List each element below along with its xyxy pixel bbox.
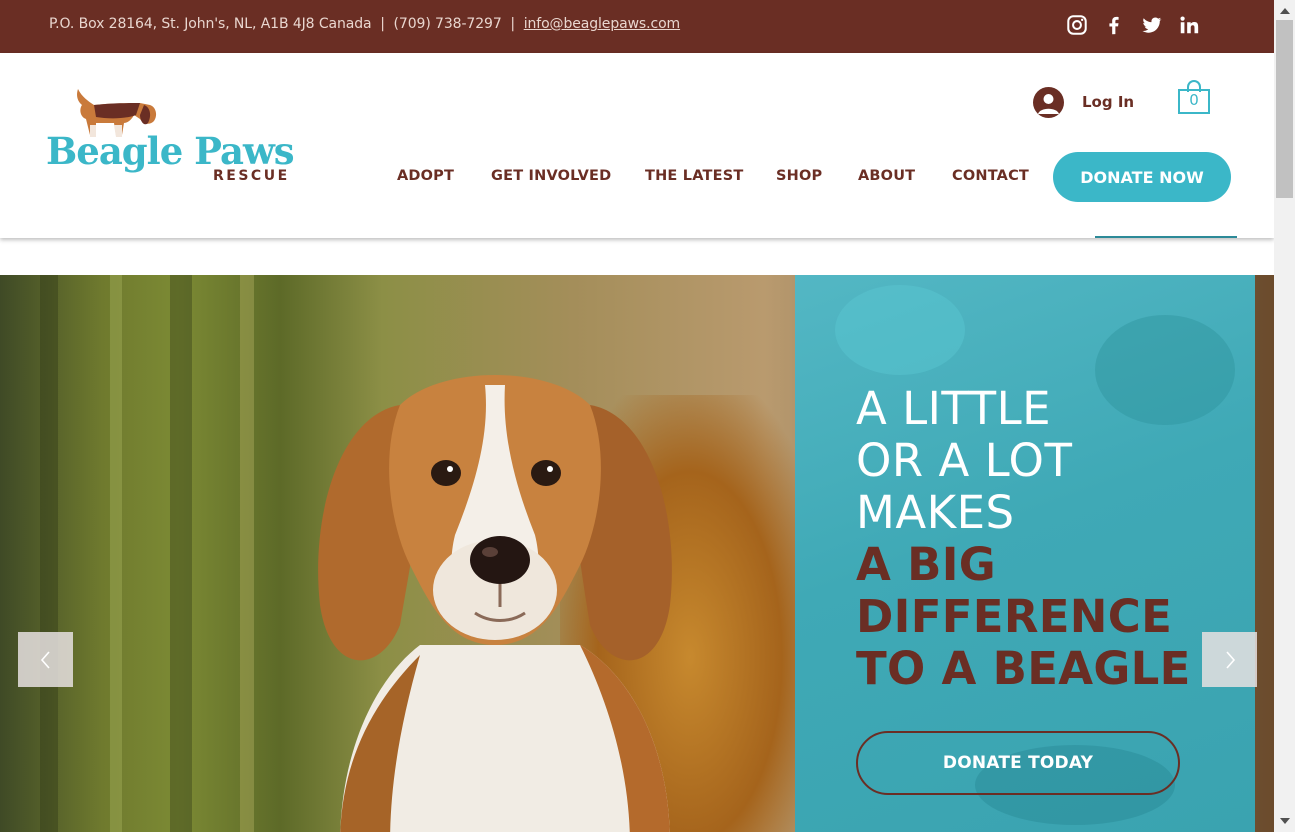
scroll-down-icon[interactable] [1280,818,1290,824]
headline-line: A BIG [856,538,996,591]
donation-panel: A LITTLE OR A LOT MAKES A BIG DIFFERENCE… [795,275,1255,832]
slide-prev-button[interactable] [18,632,73,687]
nav-item-adopt[interactable]: ADOPT [397,168,454,184]
phone-text: (709) 738-7297 [393,16,502,32]
donate-today-button[interactable]: DONATE TODAY [856,731,1180,795]
chevron-right-icon [1225,650,1235,669]
separator: | [510,16,515,32]
nav-item-the-latest[interactable]: THE LATEST [645,168,743,184]
page-scrollbar[interactable] [1274,0,1295,832]
chevron-left-icon [40,650,50,669]
headline-line: A LITTLE [856,382,1052,435]
login-label: Log In [1082,93,1135,111]
scroll-up-icon[interactable] [1280,8,1290,14]
email-link[interactable]: info@beaglepaws.com [524,16,680,32]
user-avatar-icon [1033,86,1064,118]
logo-wordmark: Beagle Paws [46,129,295,173]
hero-headline: A LITTLE OR A LOT MAKES A BIG DIFFERENCE… [856,383,1191,695]
headline-line: MAKES [856,486,1015,539]
hero-slideshow: A LITTLE OR A LOT MAKES A BIG DIFFERENCE… [0,275,1274,832]
donate-underline [1095,236,1237,238]
logo-subtitle: RESCUE [213,168,290,184]
shopping-cart-icon[interactable]: 0 [1178,79,1212,115]
headline-line: OR A LOT [856,434,1073,487]
scroll-thumb[interactable] [1276,20,1293,198]
address-text: P.O. Box 28164, St. John's, NL, A1B 4J8 … [49,16,372,32]
linkedin-icon[interactable] [1178,14,1200,36]
twitter-icon[interactable] [1141,14,1163,36]
nav-item-about[interactable]: ABOUT [858,168,915,184]
donate-now-button[interactable]: DONATE NOW [1053,152,1231,202]
contact-info: P.O. Box 28164, St. John's, NL, A1B 4J8 … [49,16,680,32]
instagram-icon[interactable] [1066,14,1088,36]
nav-item-shop[interactable]: SHOP [776,168,822,184]
slide-next-button[interactable] [1202,632,1257,687]
beagle-illustration [318,375,672,832]
nav-item-contact[interactable]: CONTACT [952,168,1029,184]
login-button[interactable]: Log In [1033,86,1134,118]
headline-line: DIFFERENCE [856,590,1173,643]
cart-count: 0 [1189,91,1199,109]
nav-item-get-involved[interactable]: GET INVOLVED [491,168,611,184]
headline-line: TO A BEAGLE [856,642,1191,695]
separator: | [380,16,385,32]
contact-bar: P.O. Box 28164, St. John's, NL, A1B 4J8 … [0,0,1274,53]
site-header: Beagle Paws RESCUE Log In 0 ADOPT GET IN… [0,53,1274,238]
facebook-icon[interactable] [1103,14,1125,36]
beagle-paws-logo[interactable]: Beagle Paws RESCUE [44,85,304,190]
page: P.O. Box 28164, St. John's, NL, A1B 4J8 … [0,0,1295,832]
